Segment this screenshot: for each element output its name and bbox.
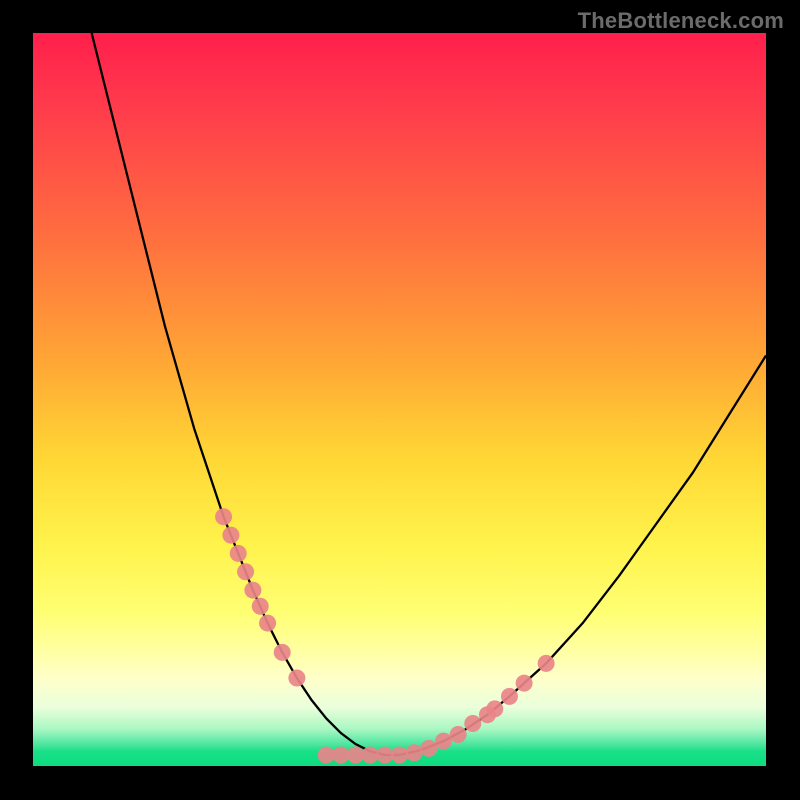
data-marker bbox=[435, 733, 452, 750]
data-marker bbox=[486, 700, 503, 717]
data-marker bbox=[230, 545, 247, 562]
data-marker bbox=[464, 715, 481, 732]
data-marker bbox=[347, 747, 364, 764]
data-marker bbox=[252, 598, 269, 615]
data-marker bbox=[450, 726, 467, 743]
bottleneck-curve bbox=[92, 33, 766, 755]
data-marker bbox=[376, 747, 393, 764]
data-marker bbox=[259, 615, 276, 632]
chart-frame: TheBottleneck.com bbox=[0, 0, 800, 800]
data-marker bbox=[274, 644, 291, 661]
data-marker bbox=[501, 688, 518, 705]
data-marker bbox=[222, 527, 239, 544]
data-marker bbox=[332, 747, 349, 764]
data-marker bbox=[318, 747, 335, 764]
data-marker bbox=[362, 747, 379, 764]
data-marker bbox=[538, 655, 555, 672]
data-marker bbox=[244, 582, 261, 599]
data-marker bbox=[516, 675, 533, 692]
watermark-text: TheBottleneck.com bbox=[578, 8, 784, 34]
data-marker bbox=[406, 744, 423, 761]
plot-area bbox=[33, 33, 766, 766]
data-marker bbox=[288, 670, 305, 687]
data-marker bbox=[237, 563, 254, 580]
data-marker bbox=[420, 740, 437, 757]
data-marker bbox=[215, 508, 232, 525]
data-marker bbox=[391, 747, 408, 764]
bottleneck-svg bbox=[33, 33, 766, 766]
